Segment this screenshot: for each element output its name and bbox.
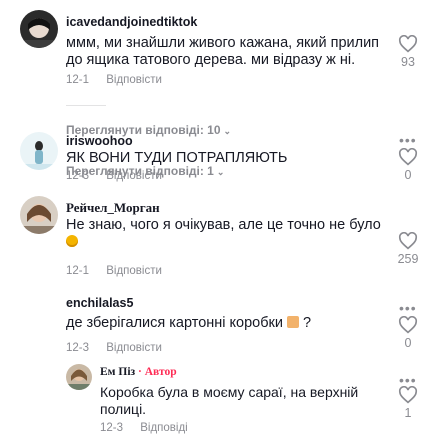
comment-username[interactable]: enchilalas5 [66,296,133,310]
divider [66,105,106,106]
comment-username[interactable]: iriswoohoo [66,134,133,148]
reply-username[interactable]: Ем Піз · Автор [100,366,177,378]
comment-username[interactable]: icavedandjoinedtiktok [66,15,197,29]
heart-icon [398,148,418,166]
comment-date: 12-1 [66,74,90,86]
comment-3: Рейчел_Морган Не знаю, чого я очікував, … [0,190,445,285]
avatar[interactable] [20,132,58,170]
more-options-icon[interactable]: ••• [399,300,417,316]
comment-date: 12-1 [66,265,90,277]
like-count: 259 [397,252,419,266]
like-button[interactable]: 0 [393,148,423,182]
reply-button[interactable]: Відповіді [140,422,188,434]
like-button[interactable]: 1 [393,386,423,420]
like-button[interactable]: 0 [393,316,423,350]
emoji-icon [66,235,78,247]
comment-meta: 12-1 Відповісти [66,74,162,86]
comment-2: iriswoohoo ЯК ВОНИ ТУДИ ПОТРАПЛЯЮТЬ 12-3… [0,130,445,195]
more-options-icon[interactable]: ••• [399,132,417,148]
reply-button[interactable]: Відповісти [106,265,162,277]
comment-text: ммм, ми знайшли живого кажана, який прил… [66,35,380,68]
like-count: 0 [404,336,412,350]
reply-button[interactable]: Відповісти [106,74,162,86]
view-replies-label: Переглянути відповіді: 1 [66,164,214,178]
reply-meta: 12-3 Відповіді [100,422,188,434]
heart-icon [398,232,418,250]
reply-comment: Ем Піз · Автор Коробка була в моєму сара… [0,362,445,434]
comment-text-suffix: ? [303,315,312,331]
comment-username[interactable]: Рейчел_Морган [66,200,160,216]
avatar[interactable] [20,10,58,48]
reply-button[interactable]: Відповісти [106,342,162,354]
comment-meta: 12-1 Відповісти [66,265,162,277]
like-count: 1 [404,406,412,420]
avatar[interactable] [66,364,92,390]
heart-icon [398,35,418,53]
comment-text: Не знаю, чого я очікував, але це точно н… [66,217,396,251]
reply-date: 12-3 [100,422,124,434]
comment-date: 12-3 [66,342,90,354]
view-replies-button[interactable]: Переглянути відповіді: 1 ⌄ [66,164,224,178]
heart-icon [398,316,418,334]
comment-text-content: Не знаю, чого я очікував, але це точно н… [66,217,381,233]
reply-username-text: Ем Піз [100,366,136,378]
comment-meta: 12-3 Відповісти [66,342,162,354]
like-count: 93 [401,55,415,69]
comment-text-content: де зберігалися картонні коробки [66,315,283,331]
emoji-icon [287,316,300,328]
comment-text: де зберігалися картонні коробки ? [66,315,311,332]
avatar[interactable] [20,196,58,234]
heart-icon [398,386,418,404]
separator: · [135,366,145,378]
like-count: 0 [404,168,412,182]
like-button[interactable]: 93 [393,35,423,69]
like-button[interactable]: 259 [393,232,423,266]
author-badge: Автор [144,366,177,378]
reply-text: Коробка була в моєму сараї, на верхній п… [100,384,359,417]
comment-1: icavedandjoinedtiktok ммм, ми знайшли жи… [0,0,445,137]
comment-4: enchilalas5 де зберігалися картонні коро… [0,290,445,360]
chevron-down-icon: ⌄ [216,167,225,177]
